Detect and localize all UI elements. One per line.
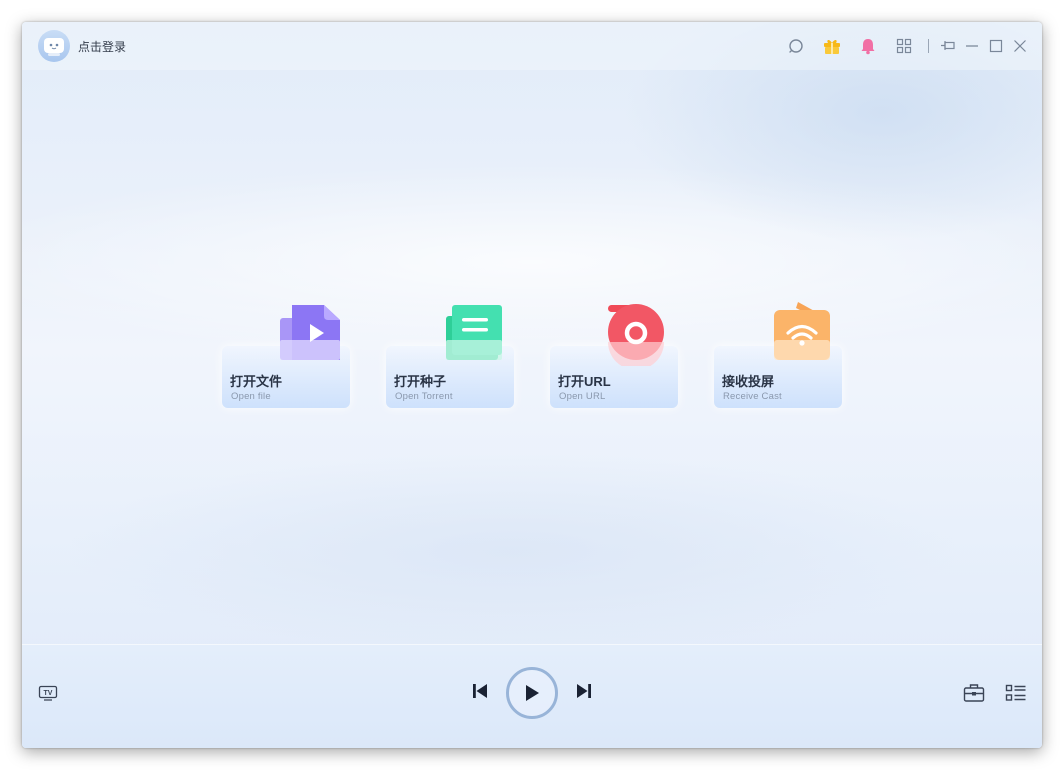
card-subtitle: Open file — [231, 391, 271, 402]
login-link[interactable]: 点击登录 — [78, 38, 126, 55]
player-window: 点击登录 打开文件 Open file 打开种子 Open Torrent 打开… — [22, 22, 1042, 748]
pin-icon[interactable] — [938, 36, 958, 56]
open-torrent-button[interactable]: 打开种子 Open Torrent — [386, 302, 514, 430]
maximize-icon[interactable] — [986, 36, 1006, 56]
play-icon — [526, 685, 539, 701]
apps-grid-icon[interactable] — [894, 36, 914, 56]
next-track-icon[interactable] — [572, 679, 596, 703]
card-title: 打开文件 — [230, 374, 283, 389]
search-icon[interactable] — [786, 36, 806, 56]
titlebar-divider — [928, 39, 929, 53]
open-url-button[interactable]: 打开URL Open URL — [550, 302, 678, 430]
receive-cast-button[interactable]: 接收投屏 Receive Cast — [714, 302, 842, 430]
url-record-icon — [604, 302, 668, 370]
play-button[interactable] — [506, 667, 558, 719]
title-bar: 点击登录 — [22, 22, 1042, 70]
bell-icon[interactable] — [858, 36, 878, 56]
playlist-icon[interactable] — [1004, 681, 1028, 705]
card-title: 打开URL — [558, 374, 611, 389]
tv-icon[interactable]: TV — [36, 681, 60, 705]
svg-text:TV: TV — [44, 690, 53, 697]
avatar-icon[interactable] — [38, 30, 70, 62]
wifi-cast-icon — [768, 302, 832, 366]
minimize-icon[interactable] — [962, 36, 982, 56]
card-title: 打开种子 — [394, 374, 447, 389]
video-file-icon — [276, 302, 340, 366]
card-subtitle: Open Torrent — [395, 391, 453, 402]
torrent-doc-icon — [440, 302, 504, 366]
background-glow — [62, 452, 962, 652]
gift-icon[interactable] — [822, 36, 842, 56]
open-file-button[interactable]: 打开文件 Open file — [222, 302, 350, 430]
previous-track-icon[interactable] — [468, 679, 492, 703]
toolbox-icon[interactable] — [962, 681, 986, 705]
card-subtitle: Receive Cast — [723, 391, 782, 402]
close-icon[interactable] — [1010, 36, 1030, 56]
card-subtitle: Open URL — [559, 391, 606, 402]
card-title: 接收投屏 — [722, 374, 775, 389]
control-bar: TV — [22, 644, 1042, 748]
